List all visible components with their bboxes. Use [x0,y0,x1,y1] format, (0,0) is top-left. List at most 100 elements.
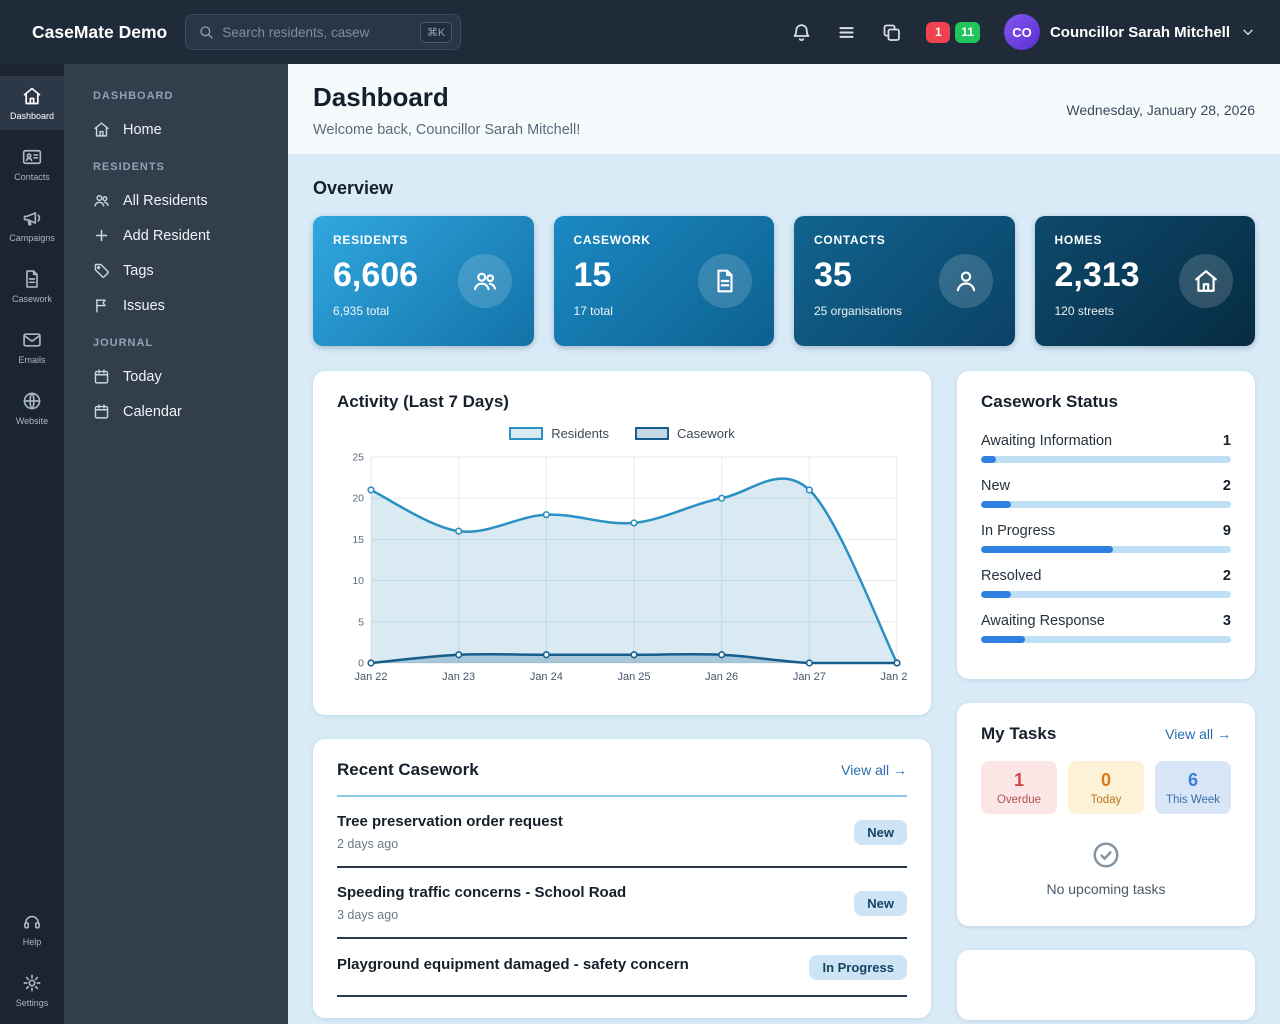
calendar-icon [93,368,110,385]
stat-card[interactable]: CONTACTS 35 25 organisations [794,216,1015,346]
topbar-actions: 1 11 CO Councillor Sarah Mitchell [791,14,1256,50]
status-bar-fill [981,546,1113,553]
legend-label: Casework [677,426,735,441]
green-count-badge[interactable]: 11 [955,22,980,43]
status-bar-track [981,591,1231,598]
sidebar-item-add-resident[interactable]: Add Resident [64,218,288,253]
status-count: 3 [1223,613,1231,629]
svg-text:0: 0 [358,658,364,670]
status-bar-fill [981,456,996,463]
chart-legend: Residents Casework [337,426,907,441]
task-stat-this-week[interactable]: 6 This Week [1155,761,1231,814]
sidebar-item-all-residents[interactable]: All Residents [64,183,288,218]
legend-item-casework[interactable]: Casework [635,426,735,441]
legend-label: Residents [551,426,609,441]
globe-icon [22,391,42,411]
people-icon [93,192,110,209]
status-badge: In Progress [809,955,907,980]
casework-list-item[interactable]: Speeding traffic concerns - School Road … [337,868,907,939]
task-stat-overdue[interactable]: 1 Overdue [981,761,1057,814]
main-content: Dashboard Welcome back, Councillor Sarah… [288,64,1280,1024]
rail-item-emails[interactable]: Emails [0,320,64,374]
avatar: CO [1004,14,1040,50]
sidebar-item-today[interactable]: Today [64,359,288,394]
sidebar-item-label: Add Resident [123,228,210,244]
sidebar-item-calendar[interactable]: Calendar [64,394,288,429]
task-stat-label: Today [1068,794,1144,806]
case-time: 3 days ago [337,908,626,922]
casework-list-item[interactable]: Playground equipment damaged - safety co… [337,939,907,997]
status-label: Resolved [981,568,1041,584]
my-tasks-view-all-link[interactable]: View all → [1165,726,1231,742]
red-count-badge[interactable]: 1 [926,22,950,43]
envelope-icon [22,330,42,350]
status-count: 2 [1223,478,1231,494]
gear-icon [22,973,42,993]
rail-label: Settings [16,998,49,1008]
rail-item-settings[interactable]: Settings [0,963,64,1017]
case-time: 2 days ago [337,837,563,851]
icon-rail: Dashboard Contacts Campaigns Casework Em… [0,64,64,1024]
counter-badges: 1 11 [926,22,980,43]
flag-icon [93,297,110,314]
case-title: Tree preservation order request [337,813,563,830]
stat-card[interactable]: CASEWORK 15 17 total [554,216,775,346]
plus-icon [93,227,110,244]
notifications-button[interactable] [791,22,812,43]
svg-text:Jan 24: Jan 24 [530,671,563,683]
casework-list-item[interactable]: Tree preservation order request 2 days a… [337,797,907,868]
overview-title: Overview [313,178,1255,199]
tasks-button[interactable] [881,22,902,43]
rail-item-help[interactable]: Help [0,902,64,956]
global-search: ⌘K [185,14,461,50]
status-row: New 2 [981,478,1231,508]
user-menu[interactable]: CO Councillor Sarah Mitchell [1004,14,1256,50]
search-input[interactable] [222,25,412,40]
rail-item-campaigns[interactable]: Campaigns [0,198,64,252]
sidebar-item-label: Home [123,122,162,138]
dashboard-columns: Activity (Last 7 Days) Residents Casewor… [313,371,1255,1020]
status-row: In Progress 9 [981,523,1231,553]
rail-spacer [0,442,64,902]
user-name: Councillor Sarah Mitchell [1050,24,1230,41]
sidebar-item-tags[interactable]: Tags [64,253,288,288]
legend-swatch [635,427,669,440]
stack-button[interactable] [836,22,857,43]
status-count: 9 [1223,523,1231,539]
right-column: Casework Status Awaiting Information 1 [957,371,1255,1020]
section-title: RESIDENTS [64,147,288,183]
app-body: Dashboard Contacts Campaigns Casework Em… [0,64,1280,1024]
casework-status-card: Casework Status Awaiting Information 1 [957,371,1255,679]
sidebar-item-home[interactable]: Home [64,112,288,147]
rail-item-dashboard[interactable]: Dashboard [0,76,64,130]
rail-item-contacts[interactable]: Contacts [0,137,64,191]
sidebar-section-dashboard: DASHBOARD Home [64,76,288,147]
recent-casework-view-all-link[interactable]: View all → [841,762,907,778]
status-bar-fill [981,636,1025,643]
my-tasks-header: My Tasks View all → [981,724,1231,744]
rail-label: Dashboard [10,111,54,121]
stat-card[interactable]: RESIDENTS 6,606 6,935 total [313,216,534,346]
rail-item-casework[interactable]: Casework [0,259,64,313]
activity-chart: 0510152025Jan 22Jan 23Jan 24Jan 25Jan 26… [337,449,907,689]
app-title[interactable]: CaseMate Demo [32,22,167,43]
legend-item-residents[interactable]: Residents [509,426,609,441]
svg-text:10: 10 [352,575,364,587]
svg-text:Jan 27: Jan 27 [793,671,826,683]
sidebar-item-issues[interactable]: Issues [64,288,288,323]
recent-casework-card: Recent Casework View all → Tree preserva… [313,739,931,1018]
rail-item-website[interactable]: Website [0,381,64,435]
bell-icon [791,22,812,43]
task-stat-today[interactable]: 0 Today [1068,761,1144,814]
svg-text:Jan 26: Jan 26 [705,671,738,683]
stat-label: RESIDENTS [333,233,514,247]
page-title: Dashboard [313,82,580,113]
megaphone-icon [22,208,42,228]
home-icon [93,121,110,138]
sidebar: DASHBOARD Home RESIDENTS All Residents A… [64,64,288,1024]
status-bar-track [981,501,1231,508]
status-label: Awaiting Information [981,433,1112,449]
status-bar-fill [981,591,1011,598]
home-icon [22,86,42,106]
stat-card[interactable]: HOMES 2,313 120 streets [1035,216,1256,346]
